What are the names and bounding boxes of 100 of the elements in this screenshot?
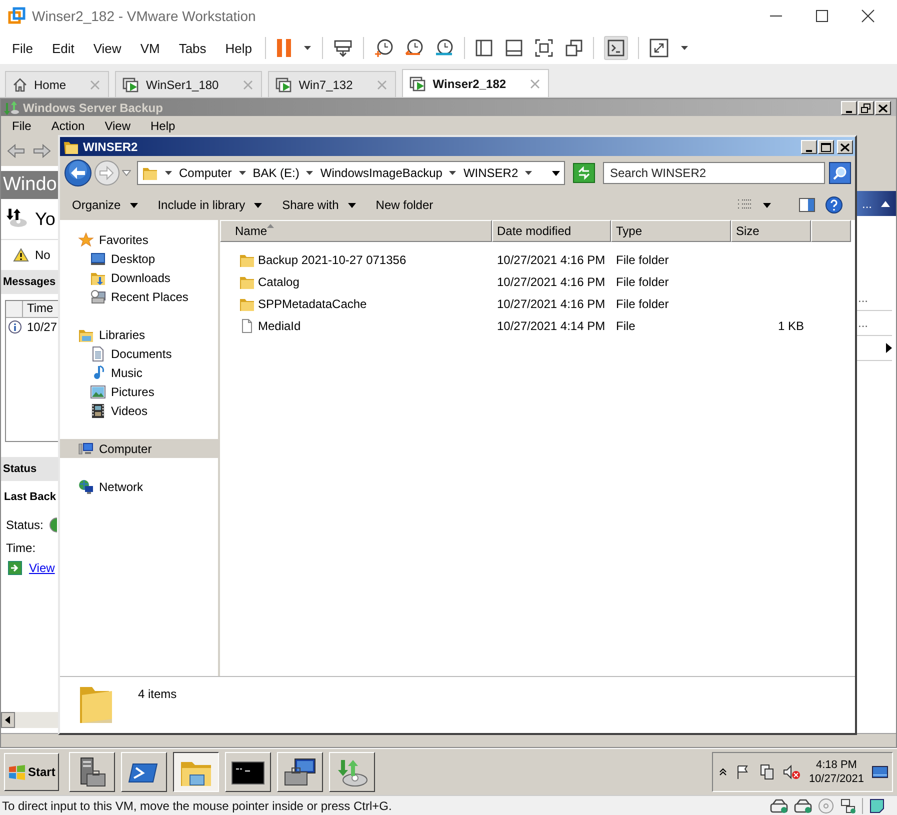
fullscreen-icon[interactable] [649,38,670,58]
search-field[interactable]: Search WINSER2 [603,162,825,184]
dropdown-caret-icon[interactable] [552,170,560,176]
message-icon[interactable] [869,798,885,814]
caret-icon[interactable] [238,171,246,175]
nav-item[interactable]: Computer [60,439,218,458]
warning-icon [13,248,29,262]
network-adapter-icon[interactable] [840,798,856,814]
menu-item[interactable]: Action [51,119,85,133]
preview-pane-icon[interactable] [799,198,815,212]
minimize-icon[interactable] [801,140,817,154]
maximize-icon[interactable] [818,140,834,154]
network-icon[interactable] [758,764,775,780]
nav-item[interactable]: Recent Places [60,287,218,306]
link[interactable]: View [29,561,55,575]
console-icon[interactable] [607,39,626,57]
speaker-muted-icon[interactable] [782,764,801,780]
show-desktop-icon[interactable] [872,766,888,778]
menu-item[interactable]: View [93,40,122,56]
tab[interactable]: WinSer1_180 [115,71,262,97]
send-keys-icon[interactable] [333,38,354,58]
close-icon[interactable] [859,7,877,25]
sidebar-icon[interactable] [475,39,494,57]
fit-guest-icon[interactable] [535,39,554,57]
hard-disk-icon[interactable] [770,798,788,814]
scroll-left-icon[interactable] [1,712,15,728]
show-hidden-icons-icon[interactable] [718,768,727,776]
breadcrumb-item[interactable]: BAK (E:) [252,166,300,180]
revert-snapshot-icon[interactable] [404,38,424,58]
action-item[interactable]: ... [858,291,868,305]
folder-icon [239,274,255,290]
tab[interactable]: Home [5,71,110,97]
nav-item[interactable]: Network [60,477,218,496]
caret-icon[interactable] [304,46,312,50]
history-caret-icon[interactable] [122,170,131,176]
menu-item[interactable]: View [104,119,130,133]
nav-item[interactable]: Desktop [60,249,218,268]
action-item[interactable]: ... [858,316,868,330]
section-heading: Status [1,457,59,481]
minimize-icon[interactable] [841,100,857,114]
column-header[interactable]: Size [731,220,811,242]
snapshot-icon[interactable] [374,38,394,58]
nav-item[interactable]: Videos [60,401,218,420]
tab[interactable]: Win7_132 [268,71,396,97]
back-arrow-icon[interactable] [7,144,25,158]
toolbar-button[interactable]: New folder [376,198,434,212]
nav-item[interactable]: Downloads [60,268,218,287]
collapse-icon[interactable] [881,200,890,206]
search-icon[interactable] [829,162,851,184]
flag-icon[interactable] [734,764,751,780]
help-icon[interactable] [825,196,843,214]
nav-item[interactable]: Libraries [60,325,218,344]
breadcrumb-item[interactable]: WINSER2 [463,166,518,180]
thumbnail-bar-icon[interactable] [505,39,524,57]
menu-item[interactable]: VM [140,40,160,56]
forward-arrow-icon[interactable] [33,144,51,158]
back-icon[interactable] [64,159,92,187]
menu-item[interactable]: Edit [52,40,74,56]
date-cell-text: 10/27/2021 4:16 PM [496,253,606,267]
menu-item[interactable]: Help [225,40,252,56]
restore-icon[interactable] [858,100,874,114]
maximize-icon[interactable] [813,7,831,25]
menu-item[interactable]: File [12,40,33,56]
type-cell-text: File [615,319,636,333]
caret-icon[interactable] [525,171,532,175]
column-header[interactable]: Date modified [492,220,611,242]
nav-item[interactable]: Favorites [60,230,218,249]
toolbar-button[interactable]: Organize [72,198,138,212]
backup-app-icon [4,100,20,114]
column-header[interactable]: Type [611,220,731,242]
folder-icon [142,165,158,181]
nav-item[interactable]: Music [60,363,218,382]
taskbar-button[interactable] [173,752,220,792]
nav-item[interactable]: Documents [60,344,218,363]
document-icon [90,346,106,362]
hard-disk-icon[interactable] [794,798,812,814]
menu-item[interactable]: Tabs [178,40,206,56]
actions-header-text: ... [862,196,872,210]
pause-icon[interactable] [276,38,292,58]
submenu-arrow-icon[interactable] [886,343,892,353]
caret-icon[interactable] [681,46,690,50]
panel-header: Windo [1,171,59,199]
nav-item[interactable]: Pictures [60,382,218,401]
column-header[interactable]: Name [220,220,492,242]
breadcrumb-item[interactable]: WindowsImageBackup [320,166,442,180]
breadcrumb-item[interactable]: Computer [179,166,232,180]
start-button[interactable]: Start [4,753,60,791]
refresh-icon[interactable] [573,163,595,183]
tab[interactable]: Winser2_182 [402,69,550,97]
caret-icon[interactable] [306,171,314,175]
snapshot-manager-icon[interactable] [434,38,454,58]
menu-item[interactable]: Help [150,119,176,133]
unity-icon[interactable] [565,39,584,57]
toolbar-button[interactable]: Include in library [158,198,262,212]
caret-icon[interactable] [449,171,456,175]
table-cell: 10/27 [27,320,58,334]
menu-item[interactable]: File [12,119,32,133]
caret-icon[interactable] [165,171,172,175]
caret-icon[interactable] [763,202,771,208]
toolbar-button[interactable]: Share with [282,198,356,212]
